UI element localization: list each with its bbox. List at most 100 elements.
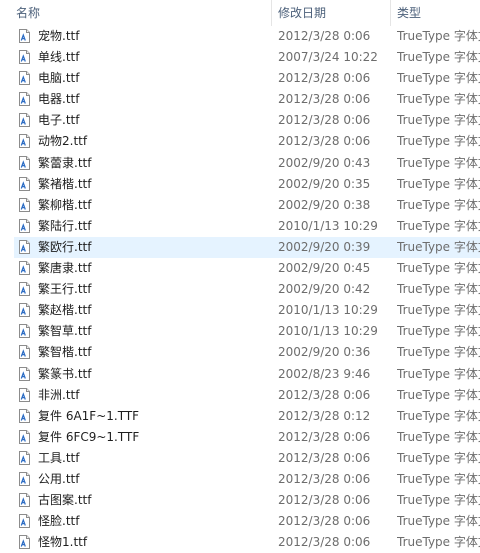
file-type: TrueType 字体文件 [397, 535, 480, 550]
font-file-icon [19, 197, 30, 212]
file-row[interactable]: 繁欧行.ttf 2002/9/20 0:39 TrueType 字体文件 [0, 236, 480, 258]
file-modified-date: 2002/9/20 0:38 [278, 197, 371, 212]
file-modified-date: 2012/3/28 0:12 [278, 408, 371, 423]
font-file-icon [19, 450, 30, 465]
file-type: TrueType 字体文件 [397, 92, 480, 107]
file-type: TrueType 字体文件 [397, 450, 480, 465]
font-file-icon [19, 50, 30, 65]
file-row[interactable]: 怪物1.ttf 2012/3/28 0:06 TrueType 字体文件 [0, 532, 480, 553]
file-modified-date: 2012/3/28 0:06 [278, 71, 371, 86]
file-modified-date: 2002/9/20 0:43 [278, 155, 371, 170]
file-row[interactable]: 怪脸.ttf 2012/3/28 0:06 TrueType 字体文件 [0, 511, 480, 532]
file-modified-date: 2012/3/28 0:06 [278, 535, 371, 550]
file-modified-date: 2002/9/20 0:39 [278, 239, 371, 254]
file-type: TrueType 字体文件 [397, 113, 480, 128]
file-row[interactable]: 繁篆书.ttf 2002/8/23 9:46 TrueType 字体文件 [0, 364, 480, 385]
file-name: 怪脸.ttf [38, 514, 80, 529]
file-modified-date: 2012/3/28 0:06 [278, 29, 371, 43]
file-row[interactable]: 繁王行.ttf 2002/9/20 0:42 TrueType 字体文件 [0, 279, 480, 300]
file-type: TrueType 字体文件 [397, 282, 480, 297]
file-row[interactable]: 电器.ttf 2012/3/28 0:06 TrueType 字体文件 [0, 89, 480, 110]
file-name: 繁赵楷.ttf [38, 303, 92, 318]
file-type: TrueType 字体文件 [397, 514, 480, 529]
file-type: TrueType 字体文件 [397, 303, 480, 318]
file-modified-date: 2012/3/28 0:06 [278, 471, 371, 486]
file-modified-date: 2012/3/28 0:06 [278, 493, 371, 508]
file-modified-date: 2002/9/20 0:36 [278, 345, 371, 360]
file-row[interactable]: 动物2.ttf 2012/3/28 0:06 TrueType 字体文件 [0, 131, 480, 152]
font-file-icon [19, 29, 30, 43]
file-type: TrueType 字体文件 [397, 471, 480, 486]
file-row[interactable]: 繁唐隶.ttf 2002/9/20 0:45 TrueType 字体文件 [0, 258, 480, 279]
file-row[interactable]: 复件 6A1F~1.TTF 2012/3/28 0:12 TrueType 字体文件 [0, 406, 480, 427]
file-row[interactable]: 繁赵楷.ttf 2010/1/13 10:29 TrueType 字体文件 [0, 300, 480, 321]
file-type: TrueType 字体文件 [397, 493, 480, 508]
font-file-icon [19, 408, 30, 423]
column-header-bar: ^ 名称 修改日期 类型 [0, 0, 480, 26]
file-modified-date: 2012/3/28 0:06 [278, 134, 371, 149]
font-file-icon [19, 113, 30, 128]
font-file-icon [19, 366, 30, 381]
file-type: TrueType 字体文件 [397, 50, 480, 65]
file-modified-date: 2012/3/28 0:06 [278, 92, 371, 107]
file-name: 宠物.ttf [38, 29, 80, 43]
file-modified-date: 2012/3/28 0:06 [278, 429, 371, 444]
font-file-icon [19, 324, 30, 339]
file-row[interactable]: 复件 6FC9~1.TTF 2012/3/28 0:06 TrueType 字体文件 [0, 427, 480, 448]
file-modified-date: 2002/9/20 0:35 [278, 176, 371, 191]
file-row[interactable]: 电子.ttf 2012/3/28 0:06 TrueType 字体文件 [0, 110, 480, 131]
file-name: 电器.ttf [38, 92, 80, 107]
file-type: TrueType 字体文件 [397, 218, 480, 233]
file-row[interactable]: 公用.ttf 2012/3/28 0:06 TrueType 字体文件 [0, 469, 480, 490]
file-type: TrueType 字体文件 [397, 155, 480, 170]
file-modified-date: 2012/3/28 0:06 [278, 514, 371, 529]
file-name: 电子.ttf [38, 113, 80, 128]
file-name: 非洲.ttf [38, 387, 80, 402]
file-row[interactable]: 繁蕾隶.ttf 2002/9/20 0:43 TrueType 字体文件 [0, 153, 480, 174]
column-header-type[interactable]: 类型 [397, 0, 480, 26]
file-modified-date: 2012/3/28 0:06 [278, 450, 371, 465]
file-list: 宠物.ttf2012/3/28 0:06TrueType 字体文件单线.ttf2… [0, 26, 480, 553]
column-header-date[interactable]: 修改日期 [278, 0, 388, 26]
file-row[interactable]: 古图案.ttf 2012/3/28 0:06 TrueType 字体文件 [0, 490, 480, 511]
file-type: TrueType 字体文件 [397, 239, 480, 254]
file-name: 工具.ttf [38, 450, 80, 465]
font-file-icon [19, 134, 30, 149]
file-name: 繁柳楷.ttf [38, 197, 92, 212]
file-modified-date: 2002/9/20 0:42 [278, 282, 371, 297]
file-modified-date: 2010/1/13 10:29 [278, 218, 378, 233]
file-name: 公用.ttf [38, 471, 80, 486]
file-name: 古图案.ttf [38, 493, 92, 508]
font-file-icon [19, 387, 30, 402]
column-divider[interactable] [271, 0, 272, 26]
font-file-icon [19, 493, 30, 508]
font-file-icon [19, 218, 30, 233]
file-modified-date: 2010/1/13 10:29 [278, 303, 378, 318]
file-row[interactable]: 繁褚楷.ttf 2002/9/20 0:35 TrueType 字体文件 [0, 174, 480, 195]
file-type: TrueType 字体文件 [397, 71, 480, 86]
font-file-icon [19, 176, 30, 191]
file-modified-date: 2012/3/28 0:06 [278, 387, 371, 402]
font-file-icon [19, 239, 30, 254]
file-type: TrueType 字体文件 [397, 134, 480, 149]
file-row[interactable]: 电脑.ttf 2012/3/28 0:06 TrueType 字体文件 [0, 68, 480, 89]
file-row[interactable]: 繁智草.ttf 2010/1/13 10:29 TrueType 字体文件 [0, 321, 480, 342]
file-row[interactable]: 宠物.ttf 2012/3/28 0:06 TrueType 字体文件 [0, 26, 480, 47]
file-name: 繁智草.ttf [38, 324, 92, 339]
file-row[interactable]: 非洲.ttf 2012/3/28 0:06 TrueType 字体文件 [0, 385, 480, 406]
file-row[interactable]: 单线.ttf 2007/3/24 10:22 TrueType 字体文件 [0, 47, 480, 68]
font-file-icon [19, 303, 30, 318]
file-modified-date: 2002/9/20 0:45 [278, 261, 371, 276]
column-header-name[interactable]: 名称 [16, 0, 268, 26]
font-file-icon [19, 92, 30, 107]
file-type: TrueType 字体文件 [397, 176, 480, 191]
file-row[interactable]: 繁陆行.ttf 2010/1/13 10:29 TrueType 字体文件 [0, 216, 480, 237]
file-row[interactable]: 繁智楷.ttf 2002/9/20 0:36 TrueType 字体文件 [0, 342, 480, 363]
font-file-icon [19, 261, 30, 276]
file-row[interactable]: 繁柳楷.ttf 2002/9/20 0:38 TrueType 字体文件 [0, 195, 480, 216]
file-row[interactable]: 工具.ttf 2012/3/28 0:06 TrueType 字体文件 [0, 448, 480, 469]
column-divider[interactable] [390, 0, 391, 26]
file-name: 繁智楷.ttf [38, 345, 92, 360]
file-type: TrueType 字体文件 [397, 345, 480, 360]
file-name: 繁唐隶.ttf [38, 261, 92, 276]
